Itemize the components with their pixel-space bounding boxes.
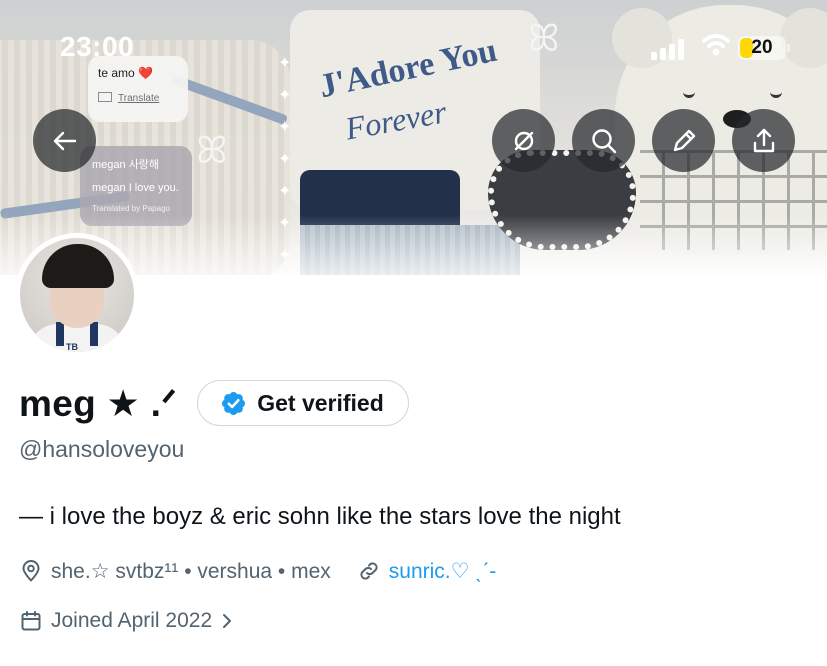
bubble-text: megan 사랑해 [92, 159, 160, 171]
verified-badge-icon [222, 391, 246, 415]
banner-bow: ꕤ [196, 130, 228, 172]
search-button[interactable] [572, 109, 635, 172]
status-bar: 23:00 20 [0, 0, 827, 62]
joined-date: Joined April 2022 [51, 609, 213, 632]
profile-link[interactable]: sunric.♡ ˎˊ- [389, 559, 497, 584]
cellular-signal-icon [651, 38, 691, 60]
translate-icon [98, 92, 112, 102]
edit-button[interactable] [652, 109, 715, 172]
link-icon [360, 562, 378, 580]
get-verified-label: Get verified [257, 389, 384, 416]
profile-bio: — i love the boyz & eric sohn like the s… [19, 503, 621, 530]
bubble-text: megan I love you. [92, 182, 179, 194]
get-verified-button[interactable]: Get verified [197, 380, 409, 426]
share-icon [753, 128, 774, 152]
profile-meta: she.☆ svtbz¹¹ • vershua • mex sunric.♡ ˎ… [19, 556, 496, 586]
avatar-photo: TB [20, 238, 134, 352]
heart-icon: ❤️ [138, 66, 153, 80]
avatar-jersey-text: TB [66, 342, 78, 352]
chat-bubble: te amo ❤️ Translate [88, 56, 188, 122]
user-handle: @hansoloveyou [19, 436, 185, 462]
name-row: meg ★ .ᐟ Get verified [19, 380, 409, 426]
hide-banner-button[interactable] [492, 109, 555, 172]
bubble-text: te amo [98, 66, 135, 80]
hide-icon [514, 131, 533, 150]
status-time: 23:00 [60, 31, 135, 62]
bubble-translate: Translate [118, 93, 160, 104]
bubble-note: Translated by Papago [92, 204, 170, 213]
display-name: meg ★ .ᐟ [19, 382, 178, 424]
calendar-icon [21, 611, 41, 631]
joined-row[interactable]: Joined April 2022 [19, 606, 234, 636]
profile-location: she.☆ svtbz¹¹ • vershua • mex [51, 559, 331, 583]
battery-icon: 20 [738, 36, 790, 60]
wifi-icon [702, 34, 730, 56]
share-button[interactable] [732, 109, 795, 172]
battery-percent: 20 [751, 37, 773, 58]
pencil-icon [673, 129, 695, 151]
chat-bubble: megan 사랑해 megan I love you. Translated b… [80, 146, 192, 226]
search-icon [591, 128, 616, 153]
avatar[interactable]: TB [15, 233, 139, 357]
arrow-left-icon [53, 131, 76, 150]
back-button[interactable] [33, 109, 96, 172]
chevron-right-icon [223, 614, 232, 628]
location-pin-icon [22, 560, 40, 582]
